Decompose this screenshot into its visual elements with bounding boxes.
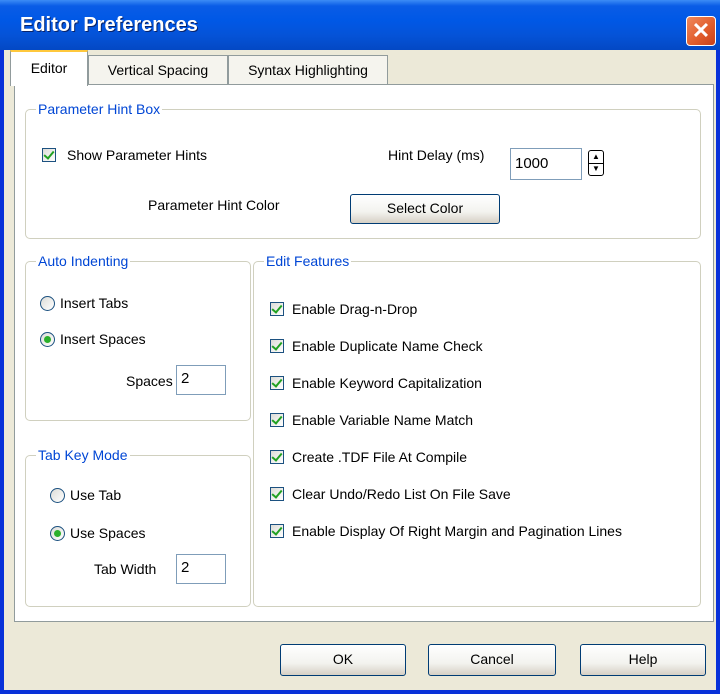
enable-duplicate-name-check-checkbox[interactable] <box>270 339 284 353</box>
parameter-hint-group: Parameter Hint Box Show Parameter Hints … <box>25 100 701 239</box>
ok-button[interactable]: OK <box>280 644 406 676</box>
tab-width-input[interactable]: 2 <box>176 554 226 584</box>
enable-variable-name-match-checkbox[interactable] <box>270 413 284 427</box>
auto-indenting-group: Auto Indenting Insert Tabs Insert Spaces… <box>25 252 251 421</box>
insert-spaces-radio[interactable] <box>40 332 55 347</box>
clear-undo-redo-checkbox[interactable] <box>270 487 284 501</box>
window-title: Editor Preferences <box>20 14 198 36</box>
spaces-input[interactable]: 2 <box>176 365 226 395</box>
hint-delay-spinner[interactable]: ▲ ▼ <box>588 150 604 176</box>
spaces-label: Spaces <box>126 373 173 389</box>
enable-keyword-capitalization-checkbox[interactable] <box>270 376 284 390</box>
enable-drag-n-drop-label: Enable Drag-n-Drop <box>292 301 418 317</box>
tab-vertical-spacing[interactable]: Vertical Spacing <box>88 55 228 85</box>
title-bar[interactable]: Editor Preferences ✕ <box>0 0 720 50</box>
create-tdf-file-checkbox[interactable] <box>270 450 284 464</box>
tab-key-mode-group: Tab Key Mode Use Tab Use Spaces Tab Widt… <box>25 446 251 607</box>
spin-down-icon[interactable]: ▼ <box>589 163 603 175</box>
insert-spaces-label: Insert Spaces <box>60 331 146 347</box>
enable-right-margin-label: Enable Display Of Right Margin and Pagin… <box>292 523 622 539</box>
hint-delay-label: Hint Delay (ms) <box>388 147 485 163</box>
cancel-button[interactable]: Cancel <box>428 644 556 676</box>
close-icon[interactable]: ✕ <box>686 16 716 46</box>
show-parameter-hints-label: Show Parameter Hints <box>67 147 208 163</box>
show-parameter-hints-checkbox[interactable] <box>42 148 56 162</box>
editor-tab-page: Parameter Hint Box Show Parameter Hints … <box>14 84 714 622</box>
use-tab-label: Use Tab <box>70 487 122 503</box>
clear-undo-redo-label: Clear Undo/Redo List On File Save <box>292 486 511 502</box>
enable-variable-name-match-label: Enable Variable Name Match <box>292 412 474 428</box>
use-tab-radio[interactable] <box>50 488 65 503</box>
create-tdf-file-label: Create .TDF File At Compile <box>292 449 468 465</box>
parameter-hint-group-label: Parameter Hint Box <box>36 100 163 118</box>
tab-syntax-highlighting[interactable]: Syntax Highlighting <box>228 55 388 85</box>
parameter-hint-color-label: Parameter Hint Color <box>148 197 280 213</box>
tab-key-mode-group-label: Tab Key Mode <box>36 446 130 464</box>
auto-indenting-group-label: Auto Indenting <box>36 252 131 270</box>
enable-keyword-capitalization-label: Enable Keyword Capitalization <box>292 375 482 391</box>
use-spaces-radio[interactable] <box>50 526 65 541</box>
editor-preferences-dialog: Editor Preferences ✕ Editor Vertical Spa… <box>0 0 720 694</box>
tab-width-label: Tab Width <box>94 561 157 577</box>
help-button[interactable]: Help <box>580 644 706 676</box>
tab-editor[interactable]: Editor <box>10 50 88 86</box>
insert-tabs-label: Insert Tabs <box>60 295 129 311</box>
insert-tabs-radio[interactable] <box>40 296 55 311</box>
enable-right-margin-checkbox[interactable] <box>270 524 284 538</box>
select-color-button[interactable]: Select Color <box>350 194 500 224</box>
edit-features-group: Edit Features Enable Drag-n-Drop Enable … <box>253 252 701 607</box>
enable-drag-n-drop-checkbox[interactable] <box>270 302 284 316</box>
use-spaces-label: Use Spaces <box>70 525 146 541</box>
edit-features-group-label: Edit Features <box>264 252 352 270</box>
enable-duplicate-name-check-label: Enable Duplicate Name Check <box>292 338 483 354</box>
hint-delay-input[interactable]: 1000 <box>510 148 582 180</box>
